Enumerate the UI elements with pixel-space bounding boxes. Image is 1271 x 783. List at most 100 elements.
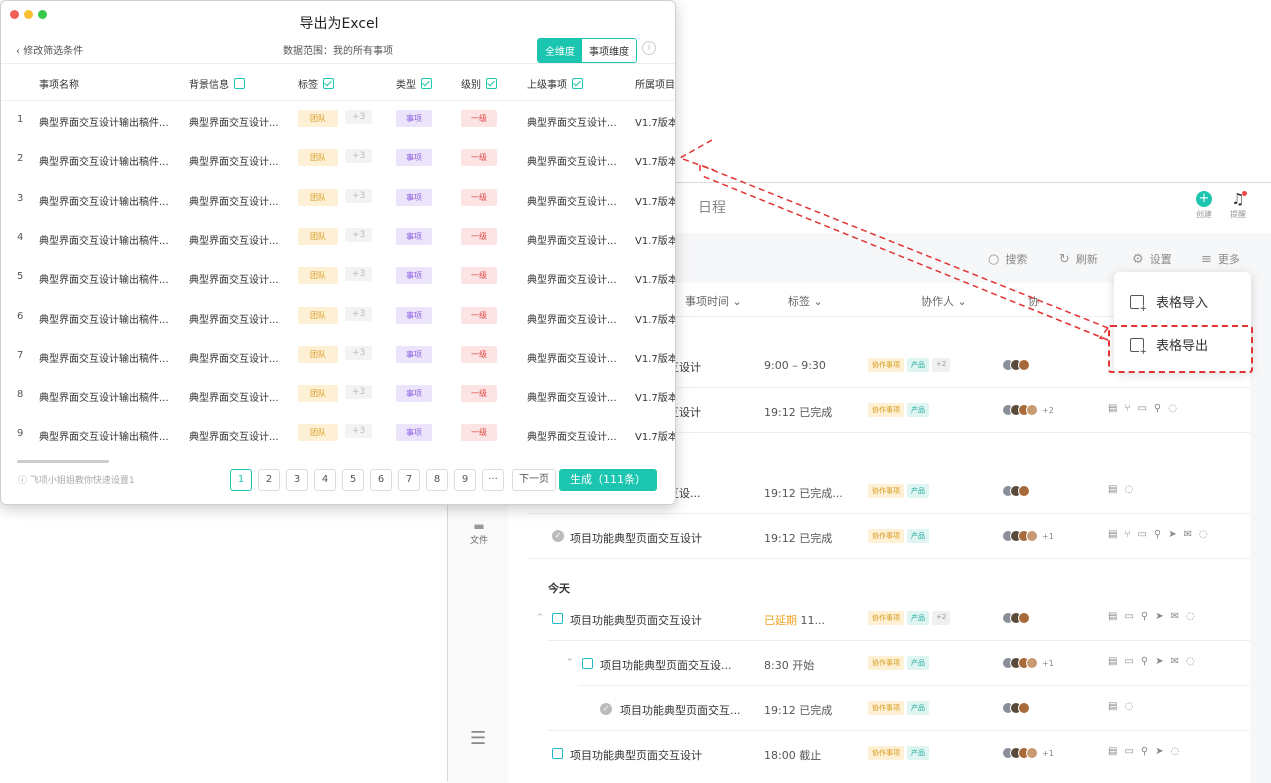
page-button[interactable]: 2	[258, 469, 280, 491]
table-row[interactable]: 8 典型界面交互设计输出稿件... 典型界面交互设计... 团队 +3 事项 一级 典型界面交…	[1, 376, 676, 415]
row-index: 8	[17, 389, 24, 401]
column-checkbox[interactable]	[421, 78, 432, 89]
th-label: 所属项目	[635, 80, 675, 91]
cell-project: V1.7版本	[635, 235, 676, 247]
seg-all[interactable]: 全维度	[538, 39, 582, 62]
row-index: 3	[17, 192, 24, 204]
row-index: 2	[17, 153, 24, 165]
table-row[interactable]: 2 典型界面交互设计输出稿件... 典型界面交互设计... 团队 +3 事项 一级 典型界面交…	[1, 140, 676, 179]
tag-team: 团队	[298, 267, 338, 285]
cell-name: 典型界面交互设计输出稿件...	[39, 275, 169, 287]
row-index: 1	[17, 114, 24, 125]
cell-project: V1.7版本	[635, 393, 676, 405]
cell-name: 典型界面交互设计输出稿件...	[39, 353, 169, 365]
level-badge: 一级	[461, 385, 497, 403]
cell-background: 典型界面交互设计...	[189, 196, 279, 208]
help-tip[interactable]: ⓘ 飞项小姐姐教你快速设置1	[18, 473, 135, 486]
page-button[interactable]: 7	[398, 469, 420, 491]
horizontal-scrollbar[interactable]	[17, 460, 109, 463]
table-row[interactable]: 3 典型界面交互设计输出稿件... 典型界面交互设计... 团队 +3 事项 一级 典型界面交…	[1, 180, 676, 219]
cell-parent: 典型界面交互设计...	[527, 196, 617, 208]
cell-name: 典型界面交互设计输出稿件...	[39, 432, 169, 444]
tag-more: +3	[345, 424, 373, 439]
level-badge: 一级	[461, 149, 497, 167]
export-dialog: 导出为Excel ‹ 修改筛选条件 数据范围：我的所有事项 全维度 事项维度 i…	[0, 0, 676, 505]
th-name: 事项名称	[39, 76, 79, 91]
table-row[interactable]: 5 典型界面交互设计输出稿件... 典型界面交互设计... 团队 +3 事项 一级 典型界面交…	[1, 258, 675, 297]
cell-parent: 典型界面交互设计...	[527, 353, 617, 365]
info-small-icon: ⓘ	[18, 476, 30, 486]
info-icon[interactable]: i	[642, 41, 656, 55]
tag-more: +3	[345, 345, 373, 360]
page-button[interactable]: 8	[426, 469, 448, 491]
row-index: 6	[17, 310, 24, 322]
page-button[interactable]: 5	[342, 469, 364, 491]
generate-button[interactable]: 生成（111条）	[559, 469, 657, 491]
th-label: 级别	[461, 80, 481, 91]
type-badge: 事项	[396, 345, 432, 363]
level-badge: 一级	[461, 227, 497, 245]
cell-project: V1.7版本	[635, 196, 676, 208]
data-range: 数据范围：我的所有事项	[283, 46, 393, 57]
cell-background: 典型界面交互设计...	[189, 235, 279, 247]
arrow-line	[699, 174, 1109, 341]
column-checkbox[interactable]	[572, 78, 583, 89]
cell-name: 典型界面交互设计输出稿件...	[39, 235, 169, 247]
th-level: 级别	[461, 76, 497, 91]
table-row[interactable]: 4 典型界面交互设计输出稿件... 典型界面交互设计... 团队 +3 事项 一级 典型界面交…	[1, 219, 676, 258]
next-page-button[interactable]: 下一页	[512, 469, 556, 491]
cell-parent: 典型界面交互设计...	[527, 314, 617, 326]
page-button[interactable]: 3	[286, 469, 308, 491]
cell-background: 典型界面交互设计...	[189, 432, 279, 444]
column-checkbox[interactable]	[486, 78, 497, 89]
column-checkbox[interactable]	[234, 78, 245, 89]
th-label: 上级事项	[527, 80, 567, 91]
level-badge: 一级	[461, 110, 497, 127]
tag-more: +3	[345, 267, 373, 282]
page-button[interactable]: 9	[454, 469, 476, 491]
page-button[interactable]: 6	[370, 469, 392, 491]
arrow-head	[678, 139, 715, 171]
cell-background: 典型界面交互设计...	[189, 393, 279, 405]
tag-team: 团队	[298, 345, 338, 363]
back-link[interactable]: ‹ 修改筛选条件	[16, 42, 83, 57]
type-badge: 事项	[396, 110, 432, 127]
level-badge: 一级	[461, 345, 497, 363]
page-button[interactable]: 1	[230, 469, 252, 491]
table-row[interactable]: 9 典型界面交互设计输出稿件... 典型界面交互设计... 团队 +3 事项 一级 典型界面交…	[1, 415, 676, 454]
tag-more: +3	[345, 306, 373, 321]
tag-team: 团队	[298, 424, 338, 442]
th-label: 标签	[298, 80, 318, 91]
cell-name: 典型界面交互设计输出稿件...	[39, 196, 169, 208]
cell-parent: 典型界面交互设计...	[527, 157, 617, 169]
cell-name: 典型界面交互设计输出稿件...	[39, 157, 169, 169]
row-index: 7	[17, 349, 24, 361]
cell-parent: 典型界面交互设计...	[527, 235, 617, 247]
tag-more: +3	[345, 227, 373, 242]
cell-project: V1.7版本	[635, 157, 676, 169]
cell-project: V1.7版本	[635, 118, 676, 129]
type-badge: 事项	[396, 227, 432, 245]
page-button[interactable]: ···	[482, 469, 504, 491]
column-checkbox[interactable]	[323, 78, 334, 89]
type-badge: 事项	[396, 188, 432, 206]
type-badge: 事项	[396, 424, 432, 442]
th-label: 类型	[396, 80, 416, 91]
tag-team: 团队	[298, 149, 338, 167]
row-index: 4	[17, 231, 24, 243]
page-button[interactable]: 4	[314, 469, 336, 491]
type-badge: 事项	[396, 267, 432, 285]
th-bg: 背景信息	[189, 76, 245, 91]
table-row[interactable]: 7 典型界面交互设计输出稿件... 典型界面交互设计... 团队 +3 事项 一级 典型界面交…	[1, 337, 675, 376]
cell-project: V1.7版本	[635, 432, 676, 444]
table-row[interactable]: 1 典型界面交互设计输出稿件... 典型界面交互设计... 团队 +3 事项 一级 典型界面交…	[1, 101, 676, 140]
th-tag: 标签	[298, 76, 334, 91]
seg-item[interactable]: 事项维度	[582, 39, 636, 62]
cell-name: 典型界面交互设计输出稿件...	[39, 393, 169, 405]
table-row[interactable]: 6 典型界面交互设计输出稿件... 典型界面交互设计... 团队 +3 事项 一级 典型界面交…	[1, 298, 675, 337]
th-label: 背景信息	[189, 80, 229, 91]
cell-parent: 典型界面交互设计...	[527, 118, 617, 129]
type-badge: 事项	[396, 385, 432, 403]
cell-parent: 典型界面交互设计...	[527, 275, 617, 287]
cell-background: 典型界面交互设计...	[189, 275, 279, 287]
